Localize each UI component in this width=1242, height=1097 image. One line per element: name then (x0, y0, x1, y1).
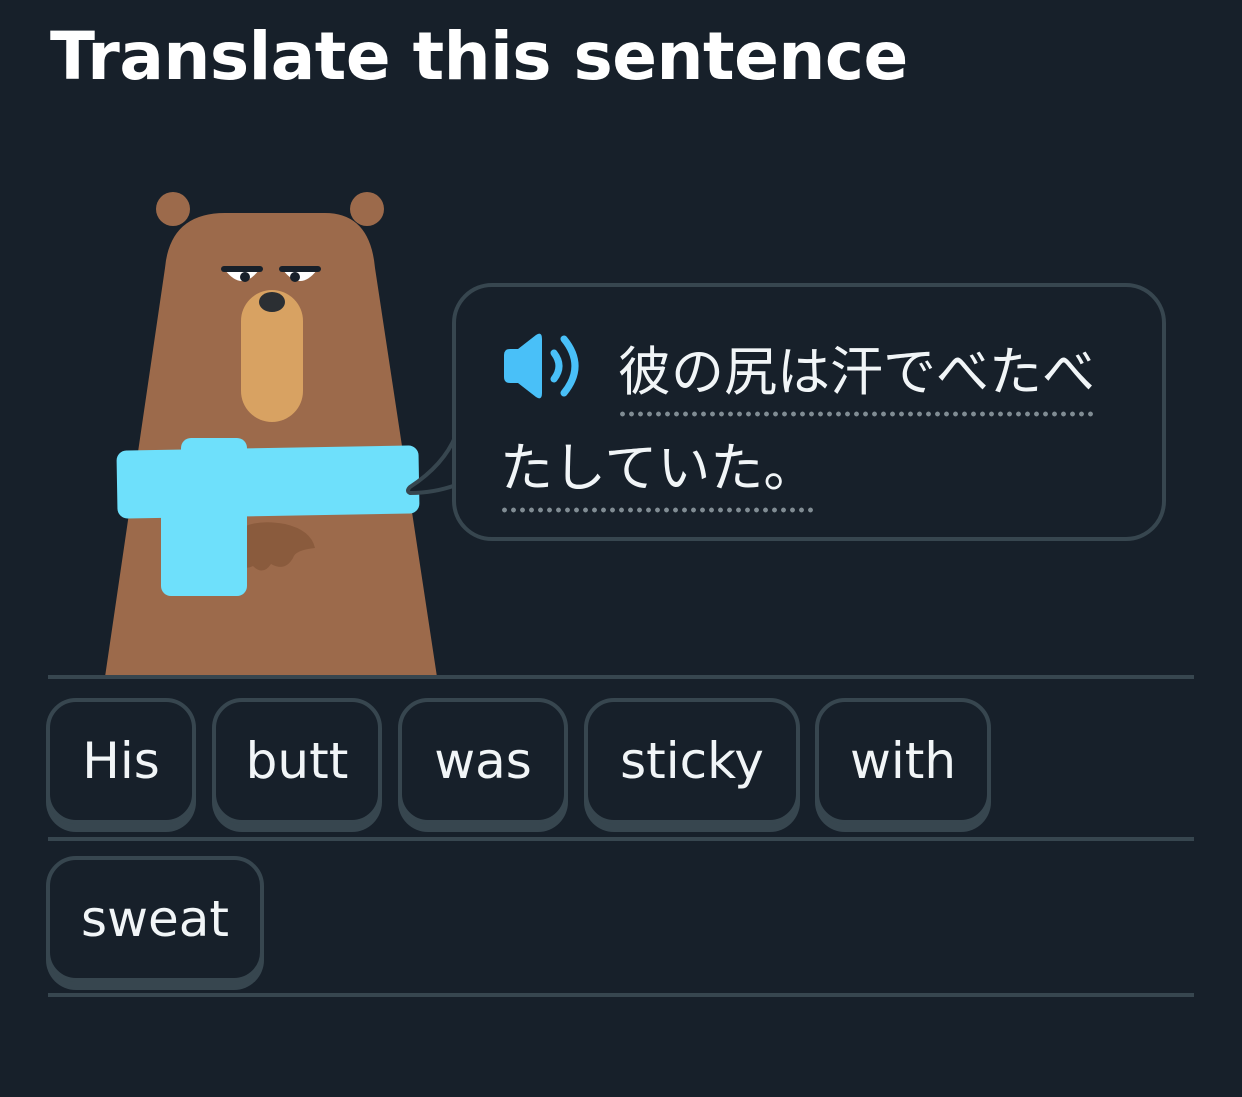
word-bank-row-1: His butt was sticky with (0, 698, 1242, 838)
word-chip-sticky[interactable]: sticky (584, 698, 800, 824)
prompt-sentence-text[interactable]: 彼の尻は汗でべたべたしていた。 (500, 342, 1095, 513)
word-chip-sweat[interactable]: sweat (46, 856, 264, 982)
speech-bubble: 彼の尻は汗でべたべたしていた。 (452, 283, 1166, 541)
answer-line-1 (48, 675, 1194, 679)
word-chip-was[interactable]: was (398, 698, 568, 824)
page-title: Translate this sentence (50, 18, 908, 95)
word-chip-his[interactable]: His (46, 698, 196, 824)
word-chip-butt[interactable]: butt (212, 698, 382, 824)
prompt-sentence: 彼の尻は汗でべたべたしていた。 (500, 325, 1130, 517)
word-bank-row-2: sweat (0, 856, 1242, 996)
bear-character-illustration (105, 192, 437, 677)
word-chip-with[interactable]: with (815, 698, 991, 824)
